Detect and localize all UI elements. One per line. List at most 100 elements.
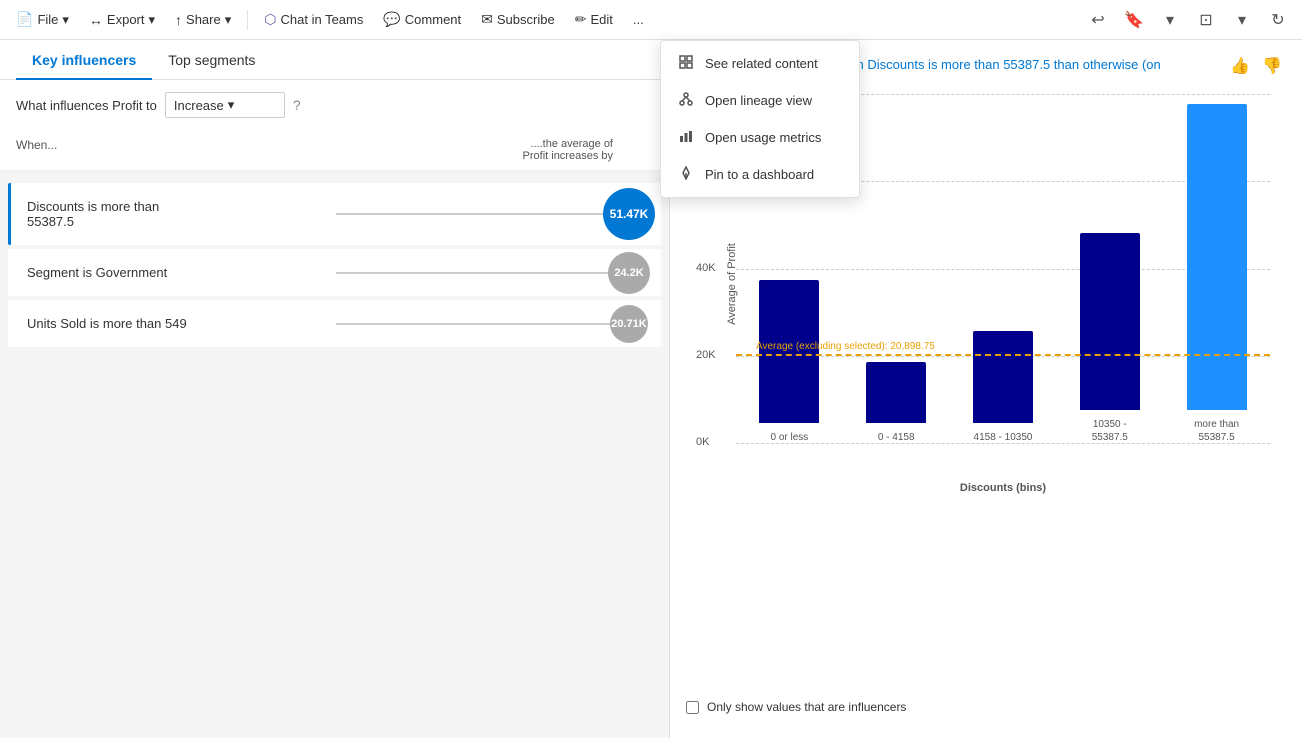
x-axis-label: Discounts (bins) [736, 482, 1270, 494]
grid-label: 0K [696, 436, 709, 448]
bar [973, 331, 1033, 423]
separator-1 [247, 10, 248, 30]
subscribe-icon: ✉ [481, 11, 493, 28]
thumbs-down-button[interactable]: 👎 [1258, 52, 1286, 80]
influencer-label: Segment is Government [27, 265, 320, 280]
comment-button[interactable]: 💬 Comment [375, 7, 469, 32]
file-menu[interactable]: 📄 File ▾ [8, 7, 77, 32]
menu-item-label: Open usage metrics [705, 130, 821, 145]
menu-item-icon [677, 55, 695, 72]
influencers-checkbox[interactable] [686, 701, 699, 714]
influencer-line [336, 272, 629, 274]
menu-item-label: Pin to a dashboard [705, 167, 814, 182]
menu-item-label: Open lineage view [705, 93, 812, 108]
bar [866, 362, 926, 423]
menu-item-open-usage-metrics[interactable]: Open usage metrics [661, 119, 859, 156]
tabs: Key influencers Top segments [0, 40, 669, 80]
edit-button[interactable]: ✏ Edit [567, 7, 621, 32]
left-panel: Key influencers Top segments What influe… [0, 40, 670, 738]
edit-label: Edit [590, 12, 612, 27]
column-headers: When... ....the average of Profit increa… [0, 130, 669, 171]
chat-teams-label: Chat in Teams [281, 12, 364, 27]
file-icon: 📄 [16, 11, 33, 28]
toolbar: 📄 File ▾ ↔ Export ▾ ↑ Share ▾ ⬡ Chat in … [0, 0, 1302, 40]
bar-label: 0 or less [771, 431, 809, 444]
influencer-row[interactable]: Units Sold is more than 549 20.71K [8, 300, 661, 347]
fullscreen-button[interactable]: ⊡ [1190, 4, 1222, 36]
col-when-header: When... [16, 138, 506, 162]
bar [1080, 233, 1140, 410]
comment-icon: 💬 [383, 11, 400, 28]
subscribe-label: Subscribe [497, 12, 555, 27]
more-options-button[interactable]: ... [625, 8, 652, 31]
edit-icon: ✏ [575, 11, 587, 28]
menu-item-open-lineage-view[interactable]: Open lineage view [661, 82, 859, 119]
grid-label: 20K [696, 349, 716, 361]
help-icon[interactable]: ? [293, 97, 301, 113]
bar-group[interactable]: 0 or less [736, 280, 843, 444]
file-label: File [37, 12, 58, 27]
menu-item-icon [677, 92, 695, 109]
export-menu[interactable]: ↔ Export ▾ [81, 8, 163, 32]
menu-item-pin-to-a-dashboard[interactable]: Pin to a dashboard [661, 156, 859, 193]
checkbox-label: Only show values that are influencers [707, 700, 906, 714]
fullscreen-chevron[interactable]: ▾ [1226, 4, 1258, 36]
share-icon: ↑ [175, 12, 182, 28]
toolbar-right: ↩ 🔖 ▾ ⊡ ▾ ↻ [1082, 4, 1294, 36]
bar [1187, 104, 1247, 410]
filter-dropdown[interactable]: Increase ▾ [165, 92, 285, 118]
menu-item-icon [677, 166, 695, 183]
export-icon: ↔ [89, 12, 103, 28]
undo-button[interactable]: ↩ [1082, 4, 1114, 36]
influencer-row[interactable]: Segment is Government 24.2K [8, 249, 661, 296]
menu-item-label: See related content [705, 56, 818, 71]
comment-label: Comment [405, 12, 461, 27]
influencer-label: Units Sold is more than 549 [27, 316, 320, 331]
export-label: Export [107, 12, 145, 27]
filter-value: Increase [174, 98, 224, 113]
bar-label: more than 55387.5 [1194, 418, 1239, 444]
average-label: Average (excluding selected): 20,898.75 [756, 341, 935, 352]
refresh-button[interactable]: ↻ [1262, 4, 1294, 36]
share-label: Share [186, 12, 221, 27]
main-area: Key influencers Top segments What influe… [0, 40, 1302, 738]
menu-item-icon [677, 129, 695, 146]
bar-label: 0 - 4158 [878, 431, 915, 444]
bar-label: 4158 - 10350 [974, 431, 1033, 444]
tab-key-influencers[interactable]: Key influencers [16, 40, 152, 80]
bar-label: 10350 - 55387.5 [1092, 418, 1128, 444]
bar-group[interactable]: more than 55387.5 [1163, 104, 1270, 444]
influencer-bubble: 51.47K [603, 188, 655, 240]
bar-group[interactable]: 4158 - 10350 [950, 331, 1057, 444]
filter-chevron: ▾ [228, 97, 235, 113]
teams-icon: ⬡ [264, 11, 276, 28]
checkbox-row: Only show values that are influencers [686, 692, 1286, 722]
influencer-row[interactable]: Discounts is more than 55387.5 51.47K [8, 183, 661, 245]
more-icon: ... [633, 12, 644, 27]
dropdown-menu: See related content Open lineage view Open… [660, 40, 860, 198]
bookmark-button[interactable]: 🔖 [1118, 4, 1150, 36]
share-chevron: ▾ [225, 12, 232, 28]
bar-group[interactable]: 10350 - 55387.5 [1056, 233, 1163, 444]
filter-row: What influences Profit to Increase ▾ ? [0, 80, 669, 130]
grid-label: 40K [696, 262, 716, 274]
col-avg-header: ....the average of Profit increases by [506, 138, 653, 162]
thumbs-up-button[interactable]: 👍 [1226, 52, 1254, 80]
filter-label: What influences Profit to [16, 98, 157, 113]
subscribe-button[interactable]: ✉ Subscribe [473, 7, 563, 32]
influencer-line [336, 213, 629, 215]
influencer-line [336, 323, 629, 325]
tab-top-segments[interactable]: Top segments [152, 40, 271, 80]
influencer-bubble: 24.2K [608, 252, 650, 294]
influencer-label: Discounts is more than 55387.5 [27, 199, 320, 229]
chat-in-teams-button[interactable]: ⬡ Chat in Teams [256, 7, 371, 32]
file-chevron: ▾ [62, 12, 69, 28]
influencer-list: Discounts is more than 55387.5 51.47K Segm… [0, 171, 669, 738]
bookmark-chevron[interactable]: ▾ [1154, 4, 1186, 36]
bar-group[interactable]: 0 - 4158 [843, 362, 950, 444]
menu-item-see-related-content[interactable]: See related content [661, 45, 859, 82]
share-menu[interactable]: ↑ Share ▾ [167, 8, 239, 32]
like-buttons: 👍 👎 [1226, 52, 1286, 80]
influencer-bubble: 20.71K [610, 305, 648, 343]
export-chevron: ▾ [149, 12, 156, 28]
